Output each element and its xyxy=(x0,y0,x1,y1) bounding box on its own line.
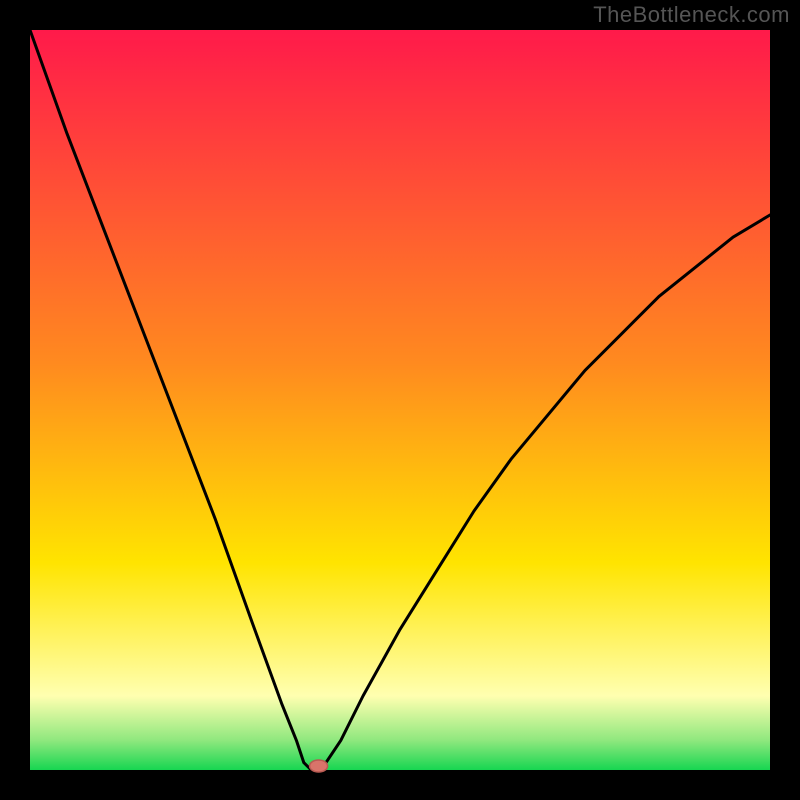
curve-path xyxy=(30,30,770,770)
plot-area xyxy=(30,30,770,770)
bottleneck-curve xyxy=(30,30,770,770)
watermark-text: TheBottleneck.com xyxy=(593,2,790,28)
notch-marker xyxy=(310,760,328,772)
chart-stage: TheBottleneck.com xyxy=(0,0,800,800)
